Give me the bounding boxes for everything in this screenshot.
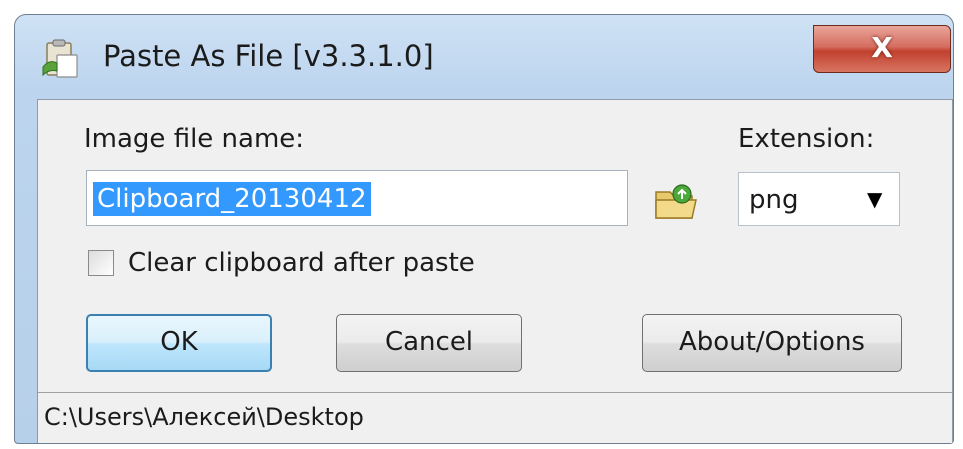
extension-label: Extension: <box>738 124 875 154</box>
paste-as-file-dialog: Paste As File [v3.3.1.0] X Image file na… <box>14 14 954 444</box>
close-button[interactable]: X <box>813 25 951 73</box>
current-path: C:\Users\Алексей\Desktop <box>44 403 364 431</box>
clear-clipboard-label[interactable]: Clear clipboard after paste <box>128 248 475 278</box>
extension-value: png <box>749 185 799 215</box>
extension-select[interactable]: png ▼ <box>738 172 900 226</box>
close-icon: X <box>871 31 893 64</box>
status-bar: C:\Users\Алексей\Desktop <box>38 392 952 443</box>
window-title: Paste As File [v3.3.1.0] <box>103 39 434 73</box>
dialog-body: Image file name: Extension: Clipboard_20… <box>37 99 953 443</box>
filename-label: Image file name: <box>84 124 305 154</box>
about-options-button[interactable]: About/Options <box>642 314 902 372</box>
folder-icon[interactable] <box>652 180 700 224</box>
filename-input[interactable]: Clipboard_20130412 <box>86 170 628 226</box>
ok-button[interactable]: OK <box>86 314 272 372</box>
cancel-button[interactable]: Cancel <box>336 314 522 372</box>
filename-value: Clipboard_20130412 <box>93 182 371 216</box>
paste-as-file-app-icon <box>42 39 78 78</box>
chevron-down-icon: ▼ <box>867 187 883 211</box>
title-bar[interactable]: Paste As File [v3.3.1.0] X <box>15 15 953 99</box>
clear-clipboard-checkbox[interactable] <box>88 250 114 276</box>
